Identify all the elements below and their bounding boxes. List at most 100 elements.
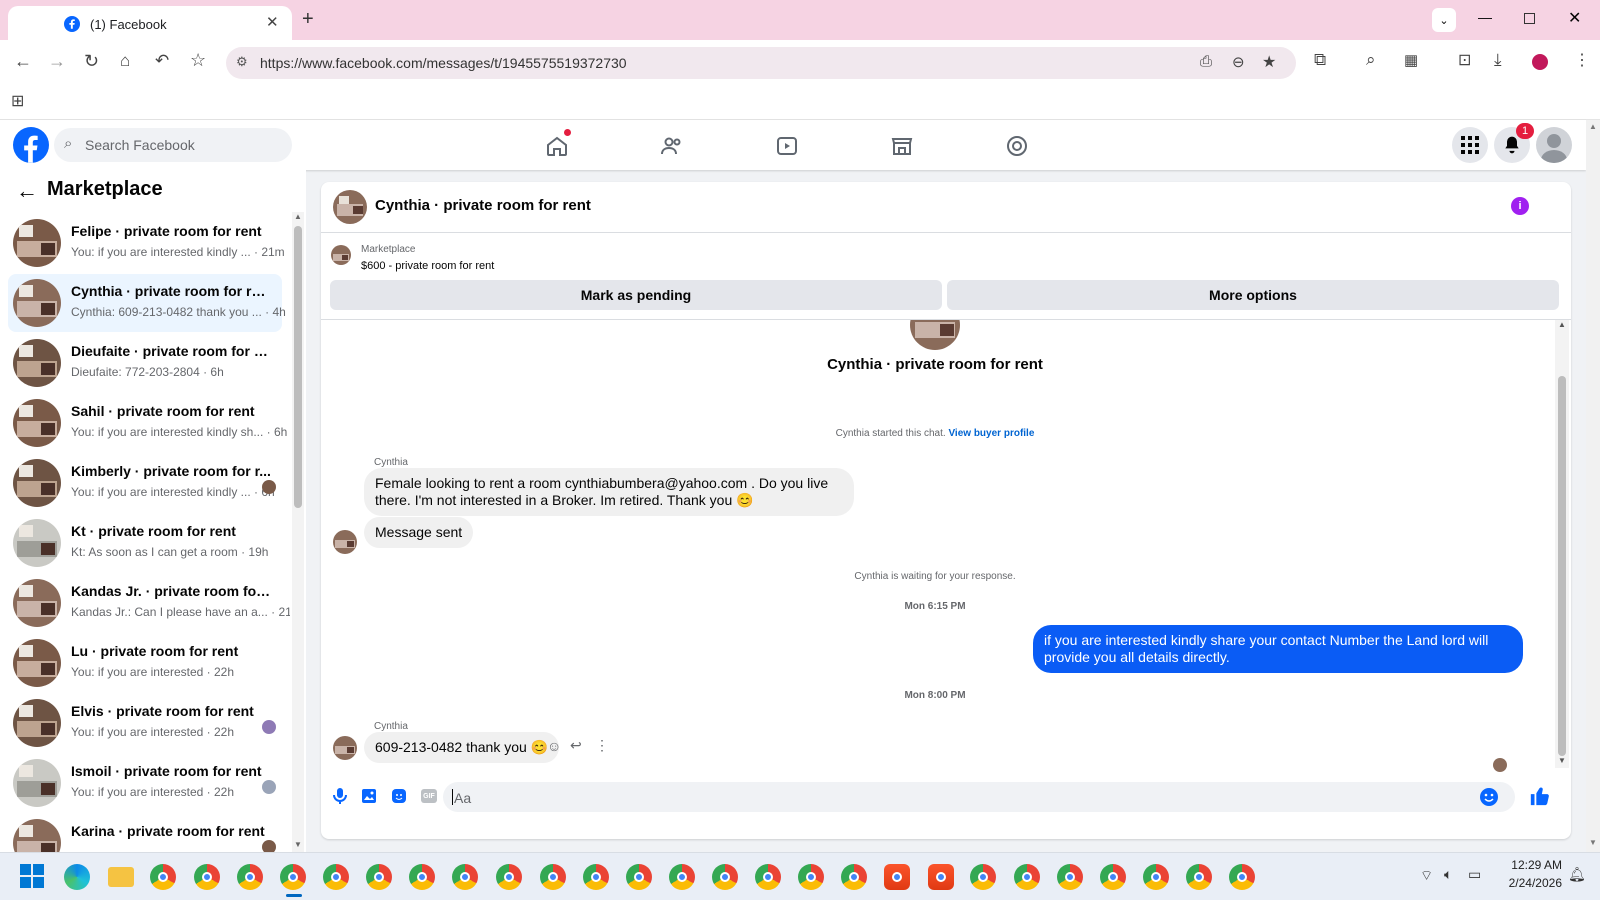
chrome-browser-icon[interactable] xyxy=(626,864,652,890)
chrome-browser-icon[interactable] xyxy=(1057,864,1083,890)
chrome-browser-icon[interactable] xyxy=(194,864,220,890)
conversation-item[interactable]: Elvis · private room for rent You: if you… xyxy=(8,694,282,752)
minimize-icon[interactable]: — xyxy=(1478,9,1492,25)
profile-avatar[interactable] xyxy=(910,320,960,350)
thread-scroll-thumb[interactable] xyxy=(1558,376,1566,756)
conversation-item[interactable]: Sahil · private room for rent You: if you… xyxy=(8,394,287,452)
thread-scrollbar[interactable]: ▲ ▼ xyxy=(1555,320,1569,768)
volume-icon[interactable]: 🔈︎ xyxy=(1444,866,1452,883)
conversation-item[interactable]: Cynthia · private room for rent Cynthia: … xyxy=(8,274,286,332)
chrome-browser-icon[interactable] xyxy=(841,864,867,890)
sender-avatar[interactable] xyxy=(333,736,357,760)
chrome-browser-icon[interactable] xyxy=(150,864,176,890)
crop-icon[interactable]: ⊡ xyxy=(1458,50,1471,70)
message-input[interactable]: Aa xyxy=(443,782,1515,812)
message-bubble[interactable]: Female looking to rent a room cynthiabum… xyxy=(364,468,854,516)
undo-icon[interactable]: ↶ xyxy=(155,51,169,71)
edge-browser-icon[interactable] xyxy=(64,864,90,890)
chrome-browser-icon[interactable] xyxy=(1229,864,1255,890)
conversation-item[interactable]: Felipe · private room for rent You: if yo… xyxy=(8,214,285,272)
my-message-bubble[interactable]: if you are interested kindly share your … xyxy=(1033,625,1523,673)
battery-icon[interactable]: ▭ xyxy=(1468,866,1481,883)
conversation-item[interactable]: Dieufaite · private room for rent Dieufai… xyxy=(8,334,282,392)
file-explorer-icon[interactable] xyxy=(108,867,134,887)
react-emoji-icon[interactable]: ☺ xyxy=(547,738,561,754)
qr-code-icon[interactable]: ▦ xyxy=(1404,51,1418,69)
more-actions-icon[interactable]: ⋮ xyxy=(595,737,609,754)
tab-close-icon[interactable]: ✕ xyxy=(266,13,279,31)
brave-browser-icon[interactable] xyxy=(928,864,954,890)
conversation-item[interactable]: Kandas Jr. · private room for rent Kandas… xyxy=(8,574,290,632)
browser-tab[interactable]: (1) Facebook ✕ xyxy=(8,6,292,40)
photo-icon[interactable] xyxy=(361,788,377,804)
bookmark-page-icon[interactable]: ★ xyxy=(1262,52,1276,72)
chrome-browser-icon[interactable] xyxy=(280,864,306,890)
like-thumb-icon[interactable] xyxy=(1529,785,1551,807)
tab-search-icon[interactable]: ⌄ xyxy=(1432,8,1456,32)
gif-icon[interactable]: GIF xyxy=(421,789,437,803)
microphone-icon[interactable] xyxy=(332,787,348,805)
more-options-button[interactable]: More options xyxy=(947,280,1559,310)
chrome-browser-icon[interactable] xyxy=(583,864,609,890)
chrome-browser-icon[interactable] xyxy=(712,864,738,890)
chrome-browser-icon[interactable] xyxy=(366,864,392,890)
chrome-browser-icon[interactable] xyxy=(452,864,478,890)
menu-grid-icon[interactable] xyxy=(1452,127,1488,163)
notification-center-icon[interactable]: 🔔︎ xyxy=(1568,866,1586,883)
back-arrow-icon[interactable]: ← xyxy=(16,178,38,204)
chrome-browser-icon[interactable] xyxy=(970,864,996,890)
clock-time[interactable]: 12:29 AM xyxy=(1502,858,1562,872)
conversation-item[interactable]: Lu · private room for rent You: if you ar… xyxy=(8,634,282,692)
chrome-browser-icon[interactable] xyxy=(540,864,566,890)
url-text[interactable]: https://www.facebook.com/messages/t/1945… xyxy=(260,55,627,71)
chrome-browser-icon[interactable] xyxy=(323,864,349,890)
message-bubble-sent-notice[interactable]: Message sent xyxy=(364,517,474,548)
nav-video-icon[interactable] xyxy=(732,128,842,164)
apps-grid-icon[interactable]: ⊞ xyxy=(11,91,24,111)
nav-friends-icon[interactable] xyxy=(617,128,727,164)
chrome-browser-icon[interactable] xyxy=(237,864,263,890)
conversation-item[interactable]: Kimberly · private room for r... You: if … xyxy=(8,454,282,512)
zoom-icon[interactable]: ⊖ xyxy=(1232,53,1245,71)
wifi-icon[interactable]: ⌔ xyxy=(1420,867,1433,885)
home-icon[interactable]: ⌂ xyxy=(120,51,130,71)
emoji-picker-icon[interactable] xyxy=(1479,787,1499,807)
maximize-icon[interactable] xyxy=(1524,13,1535,24)
browser-menu-icon[interactable]: ⋮ xyxy=(1574,50,1590,70)
conversation-item[interactable]: Kt · private room for rent Kt: As soon as… xyxy=(8,514,282,572)
chat-header-title[interactable]: Cynthia · private room for rent xyxy=(375,197,591,214)
search-input[interactable]: ⌕ Search Facebook xyxy=(54,128,292,162)
account-avatar[interactable] xyxy=(1536,127,1572,163)
info-icon[interactable]: i xyxy=(1511,197,1529,215)
reload-icon[interactable]: ↻ xyxy=(84,51,99,72)
extensions-icon[interactable]: ⧉ xyxy=(1314,50,1326,70)
nav-gaming-icon[interactable] xyxy=(962,128,1072,164)
facebook-logo-icon[interactable] xyxy=(13,127,49,163)
window-close-icon[interactable]: ✕ xyxy=(1568,8,1581,28)
back-icon[interactable]: ← xyxy=(14,51,32,72)
sidebar-scroll-thumb[interactable] xyxy=(294,226,302,508)
site-info-icon[interactable]: ⚙ xyxy=(236,54,248,70)
clock-date[interactable]: 2/24/2026 xyxy=(1502,876,1562,890)
address-bar[interactable]: ⚙ https://www.facebook.com/messages/t/19… xyxy=(226,47,1296,79)
chat-header-avatar[interactable] xyxy=(333,190,367,224)
chrome-browser-icon[interactable] xyxy=(798,864,824,890)
chrome-browser-icon[interactable] xyxy=(1100,864,1126,890)
chrome-browser-icon[interactable] xyxy=(669,864,695,890)
conversation-item[interactable]: Ismoil · private room for rent You: if yo… xyxy=(8,754,282,812)
chrome-browser-icon[interactable] xyxy=(1014,864,1040,890)
bookmark-star-icon[interactable]: ☆ xyxy=(190,50,206,71)
chrome-browser-icon[interactable] xyxy=(409,864,435,890)
forward-icon[interactable]: → xyxy=(48,51,66,72)
nav-marketplace-icon[interactable] xyxy=(847,128,957,164)
sender-avatar[interactable] xyxy=(333,530,357,554)
reply-icon[interactable]: ↩ xyxy=(570,737,582,754)
page-scrollbar[interactable]: ▲ ▼ xyxy=(1586,120,1600,852)
chrome-browser-icon[interactable] xyxy=(1143,864,1169,890)
conversation-item[interactable]: Karina · private room for rent xyxy=(8,814,282,852)
sidebar-scrollbar[interactable]: ▲ ▼ xyxy=(292,212,304,852)
listing-thumb[interactable] xyxy=(331,245,351,265)
chrome-browser-icon[interactable] xyxy=(1186,864,1212,890)
chrome-browser-icon[interactable] xyxy=(755,864,781,890)
listing-title[interactable]: $600 - private room for rent xyxy=(361,260,494,272)
